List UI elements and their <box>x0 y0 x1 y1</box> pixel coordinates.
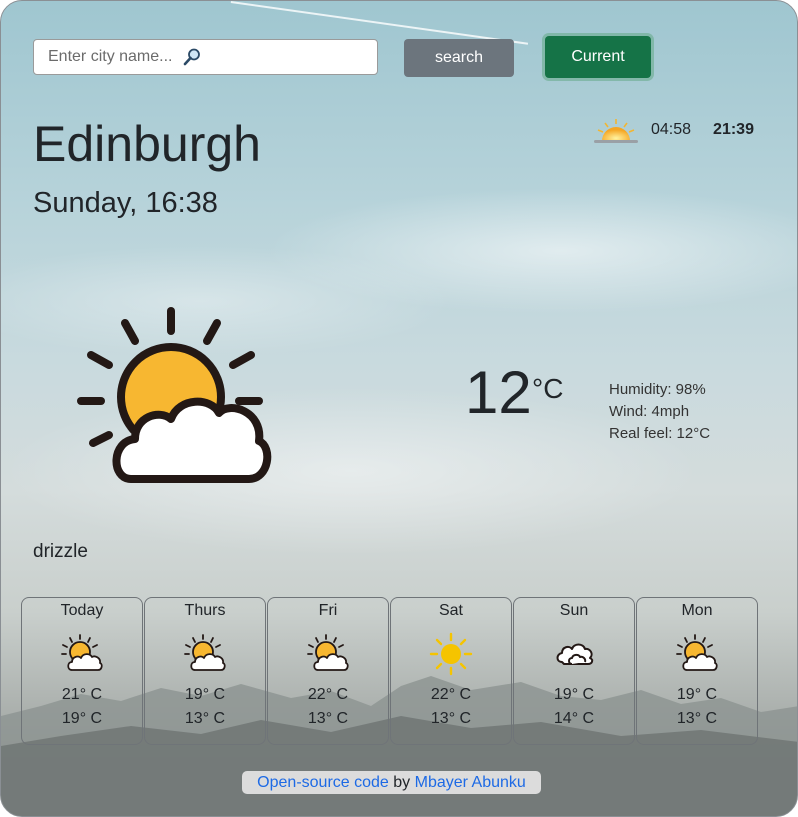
forecast-day-name: Sat <box>438 602 463 619</box>
forecast-day: Fri 22° C 13° C <box>267 597 389 745</box>
search-input[interactable] <box>46 47 180 67</box>
partly-cloudy-icon <box>676 634 718 671</box>
forecast-day: Mon 19° C 13° C <box>636 597 758 745</box>
forecast-low: 13° C <box>430 710 472 727</box>
forecast-day: Sat 22° C 13° C <box>390 597 512 745</box>
real-feel: Real feel: 12°C <box>609 425 711 442</box>
magnifier-icon <box>183 48 200 66</box>
sunrise-time: 04:58 <box>651 121 692 138</box>
footer-by: by <box>393 774 411 791</box>
forecast-day: Thurs 19° C 13° C <box>144 597 266 745</box>
current-temperature: 12 <box>465 359 532 426</box>
temperature-unit: °C <box>532 373 564 404</box>
partly-cloudy-icon <box>307 634 349 671</box>
search-field[interactable] <box>33 39 378 75</box>
forecast-high: 19° C <box>184 686 226 703</box>
current-location-button[interactable]: Current <box>545 36 651 78</box>
forecast-day-name: Today <box>60 602 104 619</box>
sun-times: 04:58 21:39 <box>593 115 754 145</box>
forecast-high: 22° C <box>307 686 349 703</box>
search-button[interactable]: search <box>404 39 514 77</box>
forecast-day: Sun 19° C 14° C <box>513 597 635 745</box>
forecast-high: 19° C <box>676 686 718 703</box>
forecast-high: 19° C <box>553 686 595 703</box>
forecast-high: 22° C <box>430 686 472 703</box>
forecast-day-name: Sun <box>559 602 589 619</box>
sunrise-icon <box>594 119 638 143</box>
partly-cloudy-icon <box>61 634 103 671</box>
forecast-low: 13° C <box>307 710 349 727</box>
forecast-high: 21° C <box>61 686 103 703</box>
forecast-low: 14° C <box>553 710 595 727</box>
weather-description: drizzle <box>33 541 88 562</box>
sunset-time: 21:39 <box>713 121 754 138</box>
forecast-day-name: Mon <box>681 602 713 619</box>
cloud-icon <box>556 643 594 665</box>
local-datetime: Sunday, 16:38 <box>33 187 218 219</box>
forecast-low: 19° C <box>61 710 103 727</box>
forecast-low: 13° C <box>676 710 718 727</box>
wind: Wind: 4mph <box>609 403 690 420</box>
forecast-low: 13° C <box>184 710 226 727</box>
weather-details: Humidity: 98% Wind: 4mph Real feel: 12°C <box>609 379 710 445</box>
forecast-day-name: Fri <box>318 602 338 619</box>
author-link[interactable]: Mbayer Abunku <box>415 774 526 791</box>
sun-icon <box>429 632 473 676</box>
partly-cloudy-icon <box>77 307 272 483</box>
footer-credit: Open-source code by Mbayer Abunku <box>242 771 541 794</box>
app-frame: search Current Edinburgh Sunday, 16:38 0… <box>0 0 798 817</box>
forecast-day: Today 21° C 19° C <box>21 597 143 745</box>
city-name: Edinburgh <box>33 116 261 172</box>
partly-cloudy-icon <box>184 634 226 671</box>
forecast-day-name: Thurs <box>184 602 226 619</box>
source-code-link[interactable]: Open-source code <box>257 774 389 791</box>
humidity: Humidity: 98% <box>609 381 706 398</box>
forecast-strip: Today 21° C 19° C Thurs 19° C 13° C Fri … <box>21 597 759 745</box>
